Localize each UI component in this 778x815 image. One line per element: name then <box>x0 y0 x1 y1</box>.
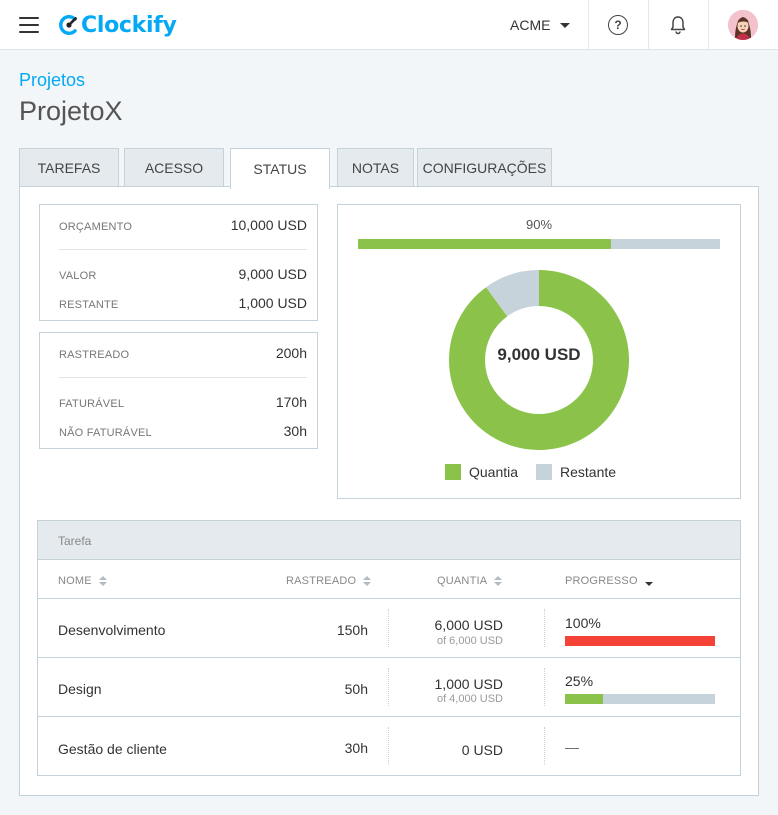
table-group-title: Tarefa <box>58 534 92 548</box>
task-progress-bar <box>565 694 715 704</box>
stat-label: RESTANTE <box>59 299 119 311</box>
chevron-down-icon <box>560 22 571 28</box>
row-divider <box>38 716 740 717</box>
cell-divider <box>388 609 389 647</box>
column-header-nome[interactable]: NOME <box>58 575 107 587</box>
hours-card: RASTREADO 200h FATURÁVEL 170h NÃO FATURÁ… <box>39 332 318 449</box>
stat-label: NÃO FATURÁVEL <box>59 427 152 439</box>
task-budget: of 6,000 USD <box>436 635 503 647</box>
budget-progress-bar <box>358 239 720 249</box>
clockify-logo[interactable]: Clockify <box>58 10 177 40</box>
task-amount: 6,000 USD <box>434 617 503 633</box>
user-avatar-icon <box>728 10 758 40</box>
legend-item-quantia: Quantia <box>445 464 518 480</box>
task-progress-bar <box>565 636 715 646</box>
budget-card: ORÇAMENTO 10,000 USD VALOR 9,000 USD RES… <box>39 204 318 321</box>
column-label: QUANTIA <box>437 575 488 587</box>
donut-center-label: 9,000 USD <box>497 345 581 364</box>
header-divider <box>708 0 709 49</box>
tab-notas[interactable]: NOTAS <box>337 148 414 187</box>
stat-label: VALOR <box>59 270 97 282</box>
sort-icon <box>494 576 503 586</box>
tab-configuracoes[interactable]: CONFIGURAÇÕES <box>417 148 552 187</box>
avatar[interactable] <box>728 10 758 40</box>
stat-value: 170h <box>275 394 307 410</box>
billable-row: FATURÁVEL 170h <box>59 394 307 410</box>
stat-label: FATURÁVEL <box>59 398 125 410</box>
legend-label: Restante <box>560 464 617 480</box>
cell-divider <box>544 668 545 706</box>
task-budget: of 4,000 USD <box>436 693 503 705</box>
page-title: ProjetoX <box>19 96 123 126</box>
task-progress-label: 25% <box>565 673 594 689</box>
divider <box>59 249 307 250</box>
task-amount: 0 USD <box>461 742 503 758</box>
menu-icon[interactable] <box>19 17 39 33</box>
help-icon[interactable]: ? <box>608 15 628 35</box>
column-label: PROGRESSO <box>565 575 638 587</box>
logo-text: Clockify <box>81 12 177 38</box>
clockify-logo-icon <box>59 15 77 35</box>
tab-acesso[interactable]: ACESSO <box>124 148 224 187</box>
legend-swatch <box>536 464 552 480</box>
row-divider <box>38 657 740 658</box>
task-name: Gestão de cliente <box>58 741 167 757</box>
task-tracked: 150h <box>336 622 368 638</box>
stat-value: 30h <box>283 423 307 439</box>
cell-divider <box>388 727 389 765</box>
budget-row: ORÇAMENTO 10,000 USD <box>59 217 307 233</box>
task-name: Design <box>58 681 102 697</box>
workspace-selector[interactable]: ACME <box>510 17 571 33</box>
header-divider <box>588 0 589 49</box>
stat-value: 200h <box>275 345 307 361</box>
column-label: NOME <box>58 575 92 587</box>
legend-item-restante: Restante <box>536 464 616 480</box>
stat-value: 10,000 USD <box>230 217 307 233</box>
header-divider <box>648 0 649 49</box>
tab-status[interactable]: STATUS <box>230 148 330 189</box>
column-header-progresso[interactable]: PROGRESSO <box>565 575 653 587</box>
stat-value: 9,000 USD <box>238 266 307 282</box>
stat-label: RASTREADO <box>59 349 130 361</box>
breadcrumb[interactable]: Projetos <box>19 70 85 91</box>
cell-divider <box>388 668 389 706</box>
sort-icon <box>363 576 372 586</box>
workspace-name: ACME <box>510 17 551 33</box>
row-divider <box>38 598 740 599</box>
task-tracked: 30h <box>344 740 368 756</box>
column-header-quantia[interactable]: QUANTIA <box>437 575 503 587</box>
task-amount: 1,000 USD <box>434 676 503 692</box>
divider <box>59 377 307 378</box>
task-tracked: 50h <box>344 681 368 697</box>
sort-icon <box>98 576 107 586</box>
top-bar: Clockify ACME ? <box>0 0 778 50</box>
cell-divider <box>544 727 545 765</box>
stat-label: ORÇAMENTO <box>59 221 133 233</box>
task-table: Tarefa NOME RASTREADO QUANTIA PROGRESSO … <box>37 520 741 776</box>
non-billable-row: NÃO FATURÁVEL 30h <box>59 423 307 439</box>
sort-desc-icon <box>644 576 653 586</box>
budget-percent-label: 90% <box>525 217 553 232</box>
cell-divider <box>544 609 545 647</box>
legend-swatch <box>445 464 461 480</box>
tab-tarefas[interactable]: TAREFAS <box>19 148 119 187</box>
column-label: RASTREADO <box>286 575 357 587</box>
task-name: Desenvolvimento <box>58 622 166 638</box>
legend-label: Quantia <box>469 464 519 480</box>
budget-chart-card: 90% 9,000 USD Quantia Restante <box>337 204 741 499</box>
budget-progress-fill <box>358 239 612 249</box>
stat-value: 1,000 USD <box>238 295 307 311</box>
bell-icon[interactable] <box>667 14 689 36</box>
table-group-header: Tarefa <box>38 521 740 560</box>
task-progress-label: 100% <box>565 615 601 631</box>
amount-row: VALOR 9,000 USD <box>59 266 307 282</box>
task-progress-empty: — <box>565 739 579 755</box>
column-header-rastreado[interactable]: RASTREADO <box>286 575 372 587</box>
remaining-row: RESTANTE 1,000 USD <box>59 295 307 311</box>
task-progress-fill <box>565 636 715 646</box>
tracked-row: RASTREADO 200h <box>59 345 307 361</box>
task-progress-fill <box>565 694 603 704</box>
